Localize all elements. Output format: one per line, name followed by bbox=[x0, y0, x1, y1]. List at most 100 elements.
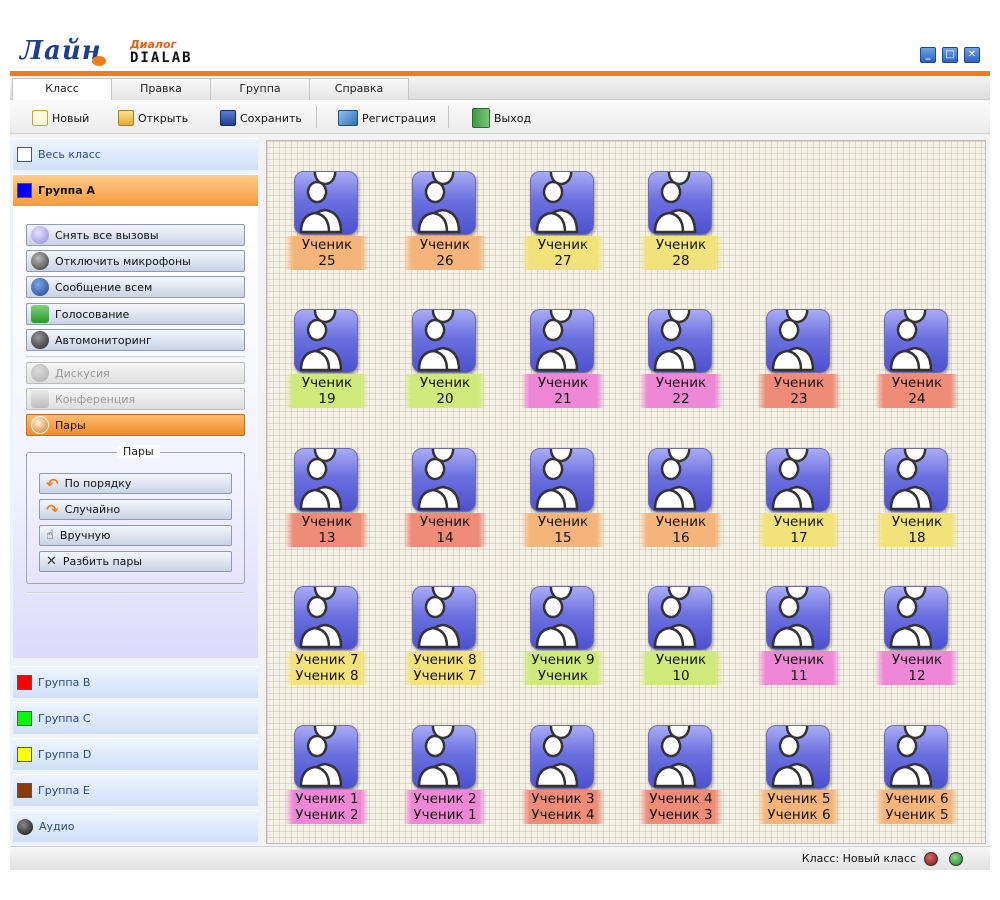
student-number: 23 bbox=[790, 391, 808, 407]
close-button[interactable]: ✕ bbox=[964, 47, 980, 63]
auto-monitoring-button[interactable]: Автомониторинг bbox=[26, 329, 245, 351]
x-icon: ✕ bbox=[46, 554, 57, 569]
sidebar-item-group-e[interactable]: Группа E bbox=[13, 774, 258, 806]
student-label: Ученик 27 bbox=[521, 236, 605, 270]
student-seat[interactable]: Ученик 7 Ученик 8 bbox=[285, 586, 369, 686]
student-seat[interactable]: Ученик 27 bbox=[521, 171, 605, 271]
voting-button[interactable]: Голосование bbox=[26, 303, 245, 325]
tab-group[interactable]: Группа bbox=[210, 78, 310, 100]
student-seat[interactable]: Ученик 23 bbox=[757, 309, 841, 409]
student-label: Ученик 9 Ученик bbox=[521, 651, 605, 685]
microphone-icon bbox=[31, 252, 49, 270]
student-name: Ученик bbox=[301, 375, 353, 391]
student-seat[interactable]: Ученик 3 Ученик 4 bbox=[521, 725, 605, 825]
student-name: Ученик bbox=[301, 514, 353, 530]
pairs-button[interactable]: Пары bbox=[26, 414, 245, 436]
student-seat[interactable]: Ученик 14 bbox=[403, 448, 487, 548]
student-seat[interactable]: Ученик 8 Ученик 7 bbox=[403, 586, 487, 686]
message-all-button[interactable]: Сообщение всем bbox=[26, 276, 245, 298]
student-label: Ученик 13 bbox=[285, 513, 369, 547]
student-seat[interactable]: Ученик 10 bbox=[639, 586, 723, 686]
sidebar-item-group-a[interactable]: Группа A bbox=[13, 174, 258, 206]
student-seat[interactable]: Ученик 16 bbox=[639, 448, 723, 548]
student-seat[interactable]: Ученик 19 bbox=[285, 309, 369, 409]
pair-manual-button[interactable]: ☝ Вручную bbox=[39, 525, 232, 546]
student-seat[interactable]: Ученик 15 bbox=[521, 448, 605, 548]
student-avatar-icon bbox=[648, 725, 712, 789]
student-seat[interactable]: Ученик 6 Ученик 5 bbox=[875, 725, 959, 825]
student-seat[interactable]: Ученик 4 Ученик 3 bbox=[639, 725, 723, 825]
action-label: Конференция bbox=[55, 392, 136, 406]
save-button[interactable]: Сохранить bbox=[220, 109, 302, 127]
student-number: 27 bbox=[554, 253, 572, 269]
student-seat[interactable]: Ученик 12 bbox=[875, 586, 959, 686]
clear-calls-button[interactable]: Снять все вызовы bbox=[26, 224, 245, 246]
status-led-green-icon bbox=[949, 852, 963, 866]
student-number: Ученик 8 bbox=[295, 668, 359, 684]
student-number: 24 bbox=[908, 391, 926, 407]
mute-microphones-button[interactable]: Отключить микрофоны bbox=[26, 250, 245, 272]
floppy-disk-icon bbox=[220, 110, 236, 126]
student-label: Ученик 11 bbox=[757, 651, 841, 685]
open-button-label: Открыть bbox=[138, 111, 189, 125]
registration-button[interactable]: Регистрация bbox=[338, 109, 436, 127]
tab-class[interactable]: Класс bbox=[12, 78, 112, 101]
student-seat[interactable]: Ученик 24 bbox=[875, 309, 959, 409]
split-pairs-button[interactable]: ✕ Разбить пары bbox=[39, 551, 232, 572]
student-seat[interactable]: Ученик 5 Ученик 6 bbox=[757, 725, 841, 825]
new-button[interactable]: Новый bbox=[32, 109, 89, 127]
sidebar-item-group-c[interactable]: Группа C bbox=[13, 702, 258, 734]
student-seat[interactable]: Ученик 21 bbox=[521, 309, 605, 409]
student-label: Ученик 12 bbox=[875, 651, 959, 685]
sidebar-item-audio[interactable]: Аудио bbox=[13, 810, 258, 842]
student-number: Ученик 4 bbox=[531, 807, 595, 823]
student-seat[interactable]: Ученик 11 bbox=[757, 586, 841, 686]
student-seat[interactable]: Ученик 18 bbox=[875, 448, 959, 548]
phone-icon bbox=[31, 226, 49, 244]
maximize-button[interactable]: □ bbox=[942, 47, 958, 63]
sidebar-item-group-d[interactable]: Группа D bbox=[13, 738, 258, 770]
minimize-button[interactable]: _ bbox=[920, 47, 936, 63]
pair-random-button[interactable]: ↷ Случайно bbox=[39, 499, 232, 520]
student-number: 21 bbox=[554, 391, 572, 407]
student-seat[interactable]: Ученик 9 Ученик bbox=[521, 586, 605, 686]
sidebar-item-label: Аудио bbox=[39, 820, 75, 833]
pairs-button-label: Разбить пары bbox=[62, 555, 143, 568]
sidebar-item-group-b[interactable]: Группа B bbox=[13, 666, 258, 698]
student-name: Ученик bbox=[537, 514, 589, 530]
student-seat[interactable]: Ученик 17 bbox=[757, 448, 841, 548]
student-seat[interactable]: Ученик 28 bbox=[639, 171, 723, 271]
discussion-button[interactable]: Дискусия bbox=[26, 362, 245, 384]
student-name: Ученик 4 bbox=[649, 791, 713, 807]
student-seat[interactable]: Ученик 22 bbox=[639, 309, 723, 409]
student-name: Ученик 1 bbox=[295, 791, 359, 807]
student-label: Ученик 20 bbox=[403, 374, 487, 408]
pair-in-order-button[interactable]: ↶ По порядку bbox=[39, 473, 232, 494]
student-seat[interactable]: Ученик 2 Ученик 1 bbox=[403, 725, 487, 825]
conference-button[interactable]: Конференция bbox=[26, 388, 245, 410]
exit-button[interactable]: Выход bbox=[472, 108, 531, 128]
classroom-grid: Ученик 25 Ученик 26 Ученик 27 Ученик 28 Ученик 19… bbox=[266, 140, 986, 844]
student-name: Ученик bbox=[891, 375, 943, 391]
student-avatar-icon bbox=[766, 725, 830, 789]
student-seat[interactable]: Ученик 1 Ученик 2 bbox=[285, 725, 369, 825]
student-name: Ученик bbox=[655, 514, 707, 530]
student-number: 16 bbox=[672, 530, 690, 546]
student-seat[interactable]: Ученик 13 bbox=[285, 448, 369, 548]
action-label: Голосование bbox=[55, 307, 130, 321]
student-name: Ученик 8 bbox=[413, 652, 477, 668]
action-label: Снять все вызовы bbox=[55, 228, 159, 242]
open-button[interactable]: Открыть bbox=[118, 109, 188, 127]
status-bar: Класс: Новый класс bbox=[10, 846, 990, 870]
student-seat[interactable]: Ученик 20 bbox=[403, 309, 487, 409]
hand-icon: ☝ bbox=[46, 528, 54, 543]
tab-help[interactable]: Справка bbox=[309, 78, 409, 100]
student-label: Ученик 3 Ученик 4 bbox=[521, 790, 605, 824]
sidebar-item-all-class[interactable]: Весь класс bbox=[13, 138, 258, 170]
student-number: 10 bbox=[672, 668, 690, 684]
student-seat[interactable]: Ученик 25 bbox=[285, 171, 369, 271]
status-led-red-icon bbox=[924, 852, 938, 866]
tab-edit[interactable]: Правка bbox=[111, 78, 211, 100]
student-seat[interactable]: Ученик 26 bbox=[403, 171, 487, 271]
sidebar-item-label: Весь класс bbox=[38, 148, 101, 161]
